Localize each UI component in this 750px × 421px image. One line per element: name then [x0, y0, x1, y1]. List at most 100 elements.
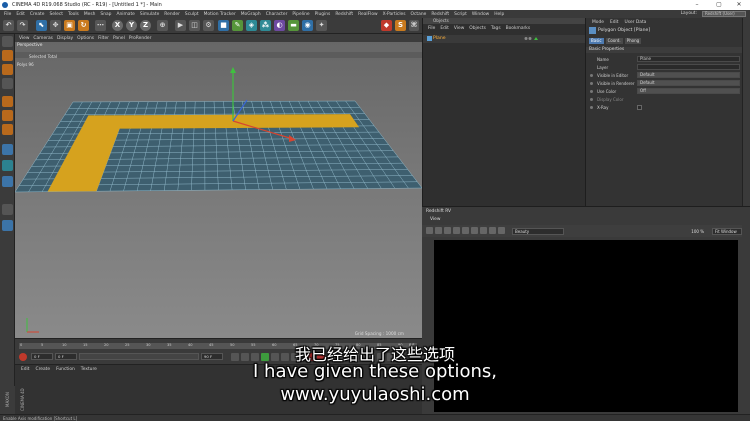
viewport-menu-view[interactable]: View	[19, 36, 29, 41]
floor-icon[interactable]: ▬	[288, 20, 299, 31]
menu-script[interactable]: Script	[454, 12, 467, 17]
attr-menu-user-data[interactable]: User Data	[624, 20, 646, 25]
texture-mode-icon[interactable]	[2, 64, 13, 75]
make-editable-icon[interactable]	[2, 36, 13, 47]
menu-animate[interactable]: Animate	[116, 12, 134, 17]
snap-icon[interactable]	[2, 176, 13, 187]
visible-in-renderer-dropdown[interactable]: Default	[637, 80, 740, 86]
menu-tools[interactable]: Tools	[68, 12, 79, 17]
rotate-tool-icon[interactable]: ↻	[78, 20, 89, 31]
perspective-viewport[interactable]: Perspective Selected Total Polys 96 Grid…	[15, 42, 422, 338]
objects-menu-edit[interactable]: Edit	[440, 26, 449, 31]
menu-file[interactable]: File	[4, 12, 11, 17]
name-field[interactable]: Plane	[637, 56, 740, 62]
array-icon[interactable]: ⁂	[260, 20, 271, 31]
layer-field[interactable]	[637, 64, 740, 70]
enable-axis-icon[interactable]	[2, 144, 13, 155]
menu-create[interactable]: Create	[30, 12, 45, 17]
close-button[interactable]: ✕	[730, 1, 748, 9]
menu-simulate[interactable]: Simulate	[140, 12, 159, 17]
tab-coord[interactable]: Coord.	[605, 37, 623, 44]
objects-tab[interactable]: Objects	[433, 18, 449, 23]
objects-menu-bookmarks[interactable]: Bookmarks	[506, 26, 531, 31]
viewport-menu-prorender[interactable]: ProRender	[129, 36, 152, 41]
pen-spline-icon[interactable]: ✎	[232, 20, 243, 31]
menu-sculpt[interactable]: Sculpt	[185, 12, 199, 17]
grid-icon[interactable]	[2, 220, 13, 231]
keyframe-dot-icon[interactable]	[590, 106, 593, 109]
xray-checkbox[interactable]	[637, 105, 642, 110]
render-picture-viewer-icon[interactable]: ◫	[189, 20, 200, 31]
viewport-menu-display[interactable]: Display	[57, 36, 73, 41]
menu-snap[interactable]: Snap	[100, 12, 111, 17]
y-axis-lock-icon[interactable]: Y	[126, 20, 137, 31]
maximize-button[interactable]: ▢	[710, 1, 728, 9]
rs-sphere-icon[interactable]	[480, 227, 487, 234]
rs-region-icon[interactable]	[471, 227, 478, 234]
rs-lock-icon[interactable]	[444, 227, 451, 234]
fit-window-dropdown[interactable]: Fit Window	[712, 228, 742, 235]
keyframe-dot-icon[interactable]	[590, 90, 593, 93]
menu-x-particles[interactable]: X-Particles	[383, 12, 406, 17]
script-icon[interactable]: S	[395, 20, 406, 31]
object-row-plane[interactable]: Plane	[423, 35, 586, 43]
attr-menu-mode[interactable]: Mode	[592, 20, 604, 25]
menu-help[interactable]: Help	[494, 12, 504, 17]
keyframe-dot-icon[interactable]	[590, 82, 593, 85]
live-selection-icon[interactable]: ⬉	[36, 20, 47, 31]
recent-tools-icon[interactable]: ⋯	[95, 20, 106, 31]
undo-icon[interactable]: ↶	[3, 20, 14, 31]
menu-select[interactable]: Select	[49, 12, 63, 17]
menu-edit[interactable]: Edit	[16, 12, 25, 17]
aov-dropdown[interactable]: Beauty	[512, 228, 564, 235]
tweak-mode-icon[interactable]	[2, 160, 13, 171]
viewport-menu-panel[interactable]: Panel	[113, 36, 125, 41]
polygons-mode-icon[interactable]	[2, 124, 13, 135]
render-settings-icon[interactable]: ⚙	[203, 20, 214, 31]
minimize-button[interactable]: –	[688, 1, 706, 9]
keyframe-dot-icon[interactable]	[590, 74, 593, 77]
menu-render[interactable]: Render	[164, 12, 180, 17]
menu-motion-tracker[interactable]: Motion Tracker	[204, 12, 236, 17]
tab-phong[interactable]: Phong	[624, 37, 642, 44]
menu-character[interactable]: Character	[266, 12, 288, 17]
objects-menu-tags[interactable]: Tags	[491, 26, 501, 31]
rs-bucket-icon[interactable]	[489, 227, 496, 234]
menu-realflow[interactable]: RealFlow	[358, 12, 378, 17]
python-icon[interactable]: ⌘	[409, 20, 419, 31]
cube-icon[interactable]: ■	[218, 20, 229, 31]
camera-icon[interactable]: ◉	[302, 20, 313, 31]
render-view-icon[interactable]: ▶	[175, 20, 186, 31]
rs-play-icon[interactable]	[426, 227, 433, 234]
menu-mograph[interactable]: MoGraph	[241, 12, 261, 17]
z-axis-lock-icon[interactable]: Z	[140, 20, 151, 31]
use-color-dropdown[interactable]: Off	[637, 88, 740, 94]
attr-menu-edit[interactable]: Edit	[610, 20, 619, 25]
visibility-flags-icon[interactable]	[524, 36, 546, 41]
redshift-logo-icon[interactable]: ◆	[381, 20, 392, 31]
keyframe-dot-icon[interactable]	[590, 98, 593, 101]
deformer-icon[interactable]: ◐	[274, 20, 285, 31]
objects-menu-objects[interactable]: Objects	[469, 26, 486, 31]
move-tool-icon[interactable]: ✥	[50, 20, 61, 31]
light-icon[interactable]: ✦	[316, 20, 327, 31]
visible-in-editor-dropdown[interactable]: Default	[637, 72, 740, 78]
menu-redshift[interactable]: Redshift	[335, 12, 353, 17]
menu-redshift-2[interactable]: Redshift	[431, 12, 449, 17]
menu-octane[interactable]: Octane	[411, 12, 427, 17]
redo-icon[interactable]: ↷	[17, 20, 28, 31]
viewport-menu-cameras[interactable]: Cameras	[33, 36, 53, 41]
objects-menu-view[interactable]: View	[454, 26, 464, 31]
subdivision-surface-icon[interactable]: ◈	[246, 20, 257, 31]
rs-refresh-icon[interactable]	[435, 227, 442, 234]
viewport-menu-options[interactable]: Options	[77, 36, 94, 41]
edges-mode-icon[interactable]	[2, 110, 13, 121]
coordinate-system-icon[interactable]: ⊕	[157, 20, 168, 31]
rs-crop-icon[interactable]	[498, 227, 505, 234]
tab-basic[interactable]: Basic	[589, 37, 604, 44]
layout-dropdown[interactable]: Redshift (User)	[702, 11, 746, 17]
objects-menu-file[interactable]: File	[428, 26, 435, 31]
rs-snapshot-icon[interactable]	[453, 227, 460, 234]
x-axis-lock-icon[interactable]: X	[112, 20, 123, 31]
menu-plugins[interactable]: Plugins	[315, 12, 331, 17]
